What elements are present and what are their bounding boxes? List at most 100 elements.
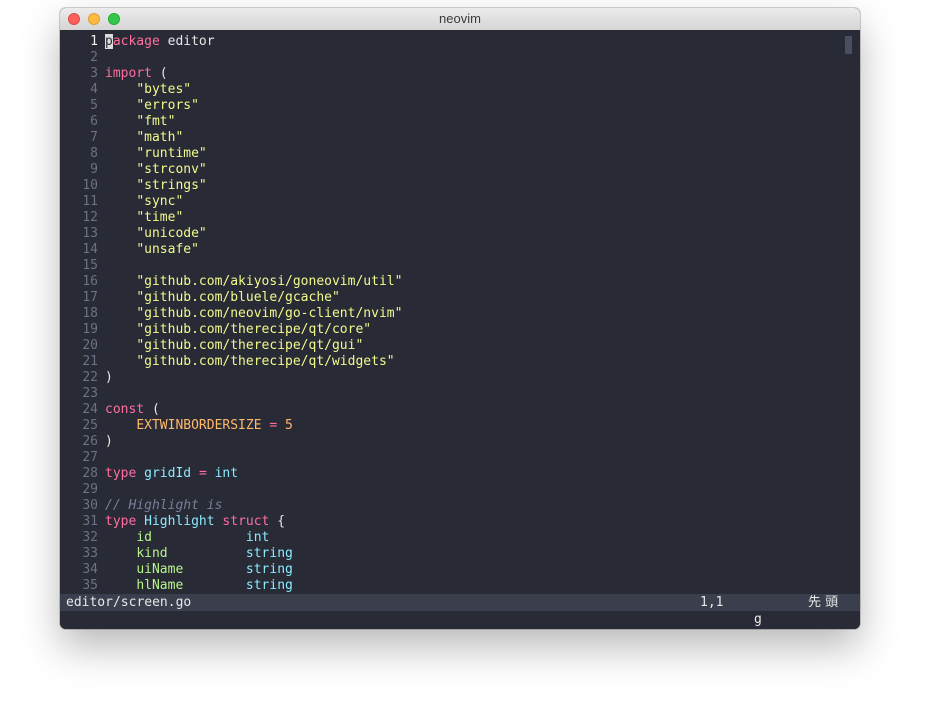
code-token: Highlight [144, 514, 215, 529]
line-number: 27 [82, 450, 98, 465]
line-number: 21 [82, 354, 98, 369]
code-token: "runtime" [136, 146, 207, 161]
code-token: "strings" [136, 178, 207, 193]
code-line[interactable]: 32 id int [60, 530, 840, 546]
code-line[interactable]: 11 "sync" [60, 194, 840, 210]
code-line[interactable]: 24 const ( [60, 402, 840, 418]
line-number: 16 [82, 274, 98, 289]
statusline-scroll-indicator: 先 頭 [808, 595, 839, 610]
code-line[interactable]: 13 "unicode" [60, 226, 840, 242]
line-number: 13 [82, 226, 98, 241]
line-number: 18 [82, 306, 98, 321]
code-line[interactable]: 7 "math" [60, 130, 840, 146]
scrollbar-thumb[interactable] [845, 36, 852, 54]
code-line[interactable]: 9 "strconv" [60, 162, 840, 178]
code-line[interactable]: 21 "github.com/therecipe/qt/widgets" [60, 354, 840, 370]
code-line[interactable]: 15 [60, 258, 840, 274]
code-line[interactable]: 33 kind string [60, 546, 840, 562]
code-line[interactable]: 25 EXTWINBORDERSIZE = 5 [60, 418, 840, 434]
code-line[interactable]: 14 "unsafe" [60, 242, 840, 258]
line-number: 17 [82, 290, 98, 305]
line-number: 24 [82, 402, 98, 417]
line-number: 12 [82, 210, 98, 225]
code-line[interactable]: 30 // Highlight is [60, 498, 840, 514]
code-token: hlName [136, 578, 184, 593]
command-line[interactable]: g [60, 611, 860, 629]
code-token: type [105, 514, 137, 529]
code-token: editor [159, 34, 215, 49]
code-token: "github.com/therecipe/qt/gui" [136, 338, 364, 353]
code-token: ) [105, 370, 113, 385]
code-token: "strconv" [136, 162, 207, 177]
window-title: neovim [439, 11, 481, 26]
code-token: "unicode" [136, 226, 207, 241]
line-number: 11 [82, 194, 98, 209]
code-token: "sync" [136, 194, 184, 209]
line-number: 31 [82, 514, 98, 529]
code-line[interactable]: 2 [60, 50, 840, 66]
code-token: = [198, 466, 207, 481]
code-line[interactable]: 26) [60, 434, 840, 450]
statusline: editor/screen.go 1,1 先 頭 [60, 594, 860, 611]
code-token: 5 [285, 418, 293, 433]
code-line[interactable]: 3 import ( [60, 66, 840, 82]
code-line[interactable]: 20 "github.com/therecipe/qt/gui" [60, 338, 840, 354]
neovim-window: neovim 1 package editor 2 3 import (4 "bytes… [60, 8, 860, 629]
code-line[interactable]: 17 "github.com/bluele/gcache" [60, 290, 840, 306]
line-number: 25 [82, 418, 98, 433]
code-token: type [105, 466, 137, 481]
line-number: 33 [82, 546, 98, 561]
code-line[interactable]: 5 "errors" [60, 98, 840, 114]
code-line[interactable]: 22) [60, 370, 840, 386]
editor-buffer[interactable]: 1 package editor 2 3 import (4 "bytes" 5 "err… [60, 30, 860, 594]
line-number: 7 [90, 130, 98, 145]
code-token: id [136, 530, 152, 545]
title-bar[interactable]: neovim [60, 8, 860, 31]
line-number: 35 [82, 578, 98, 593]
code-line[interactable]: 18 "github.com/neovim/go-client/nvim" [60, 306, 840, 322]
code-token: int [214, 466, 239, 481]
code-line[interactable]: 10 "strings" [60, 178, 840, 194]
code-token: gridId [144, 466, 192, 481]
code-line[interactable]: 34 uiName string [60, 562, 840, 578]
code-line[interactable]: 12 "time" [60, 210, 840, 226]
code-token: "fmt" [136, 114, 176, 129]
code-token: "github.com/therecipe/qt/widgets" [136, 354, 395, 369]
code-line[interactable]: 28 type gridId = int [60, 466, 840, 482]
code-token: "unsafe" [136, 242, 199, 257]
code-line[interactable]: 31 type Highlight struct { [60, 514, 840, 530]
code-token: ackage [112, 34, 160, 49]
code-token: "time" [136, 210, 184, 225]
code-token: struct [222, 514, 270, 529]
code-line[interactable]: 4 "bytes" [60, 82, 840, 98]
code-line[interactable]: 19 "github.com/therecipe/qt/core" [60, 322, 840, 338]
code-line[interactable]: 29 [60, 482, 840, 498]
code-line[interactable]: 35 hlName string [60, 578, 840, 594]
line-number: 32 [82, 530, 98, 545]
code-line[interactable]: 23 [60, 386, 840, 402]
code-line[interactable]: 1 package editor [60, 34, 840, 50]
code-line[interactable]: 27 [60, 450, 840, 466]
line-number: 28 [82, 466, 98, 481]
code-line[interactable]: 16 "github.com/akiyosi/goneovim/util" [60, 274, 840, 290]
code-token: "math" [136, 130, 184, 145]
line-number: 30 [82, 498, 98, 513]
line-number: 26 [82, 434, 98, 449]
code-line[interactable]: 6 "fmt" [60, 114, 840, 130]
line-number: 8 [90, 146, 98, 161]
code-line[interactable]: 8 "runtime" [60, 146, 840, 162]
